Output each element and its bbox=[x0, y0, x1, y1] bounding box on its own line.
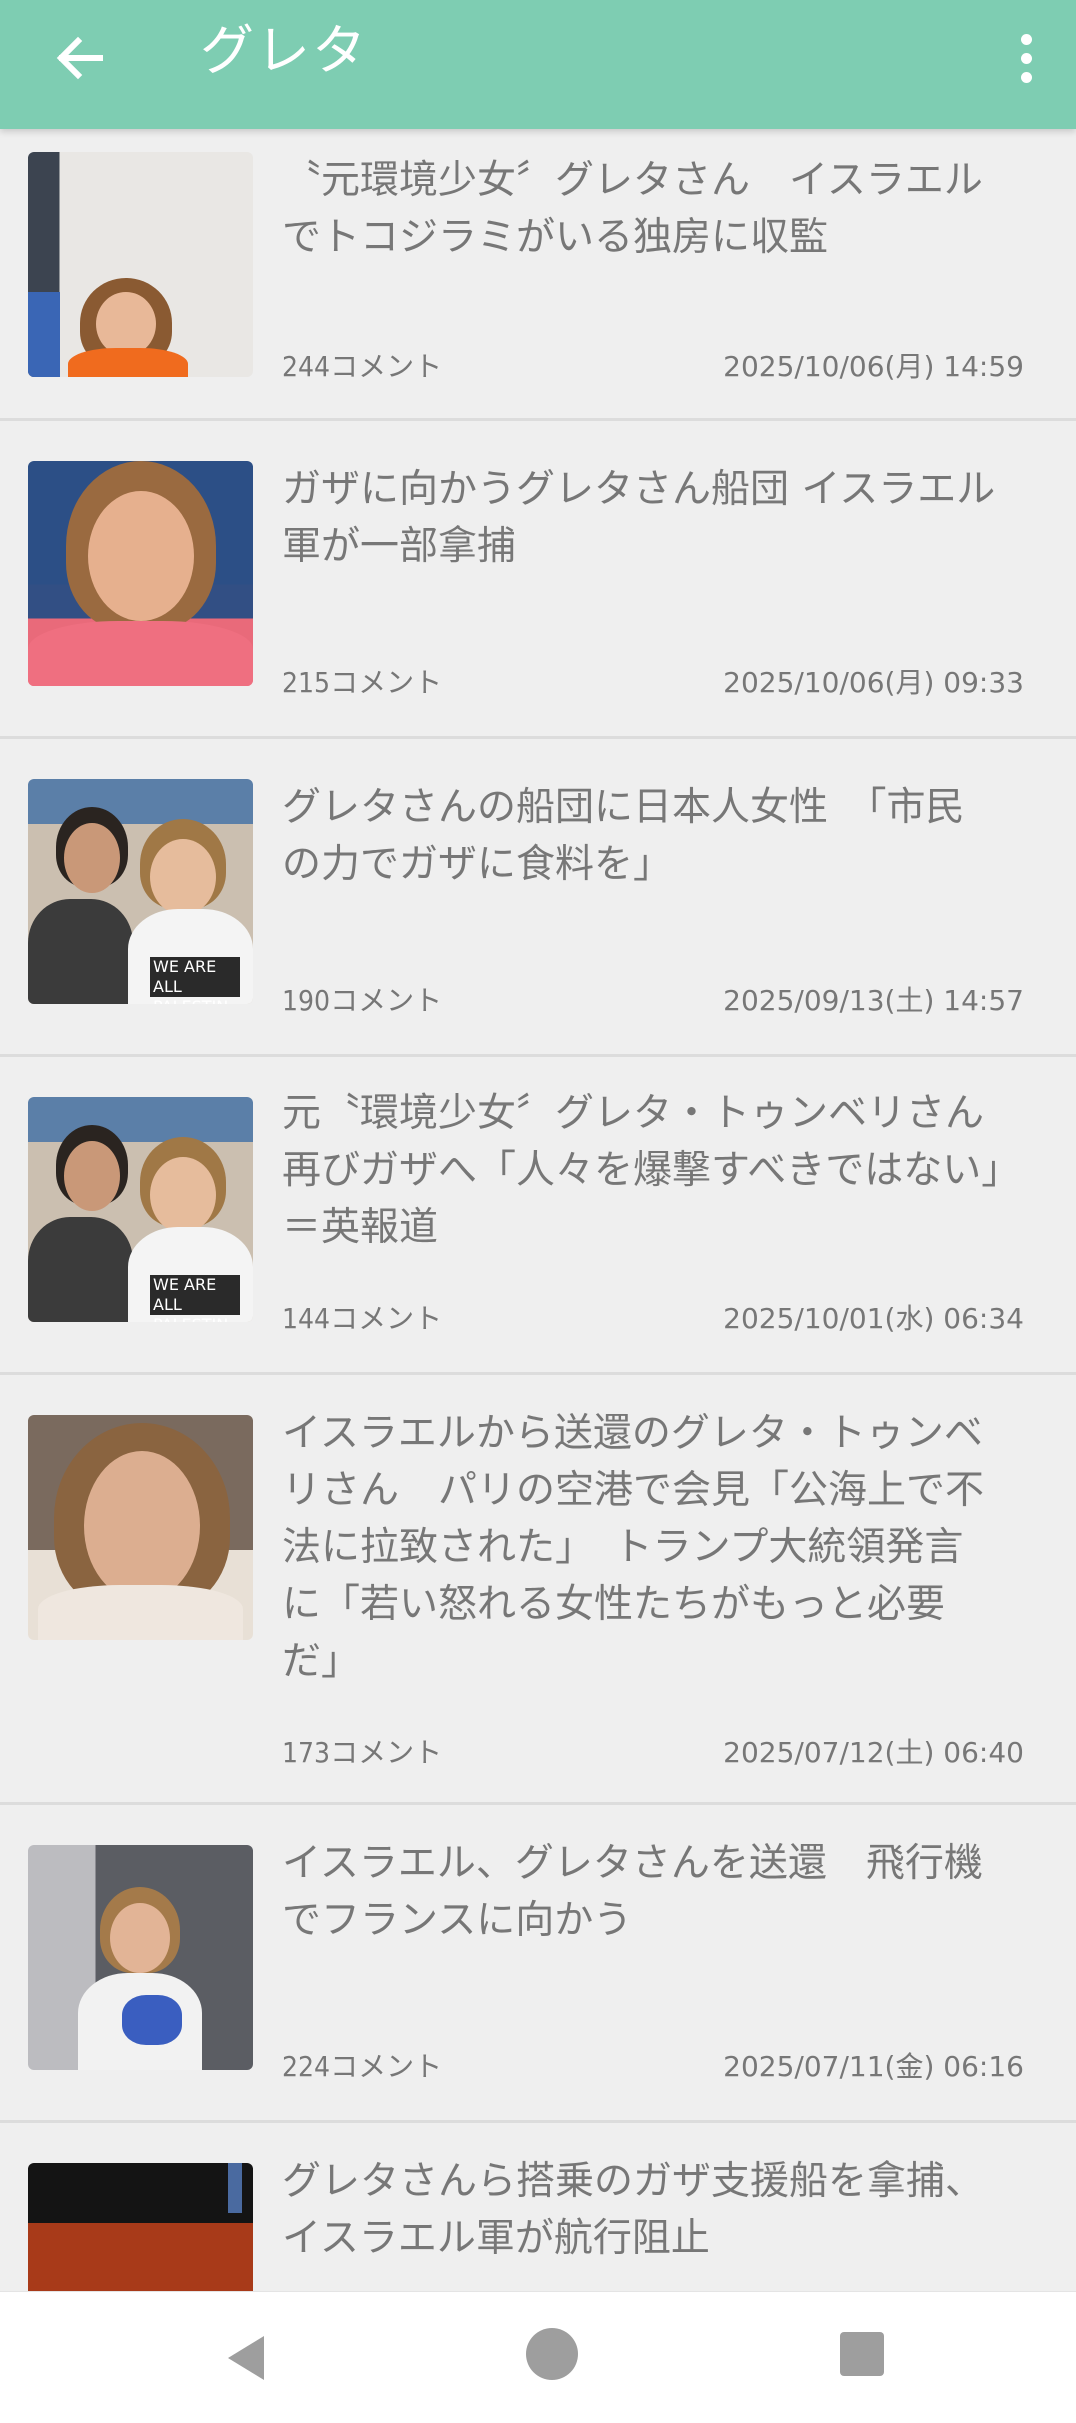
article-title: グレタさんら搭乗のガザ支援船を拿捕、イスラエル軍が航行阻止 bbox=[282, 2159, 985, 2261]
article-list[interactable]: 〝元環境少女〞グレタさん イスラエルでトコジラミがいる独房に収監 244コメント… bbox=[0, 129, 1076, 2291]
comment-count: 215コメント bbox=[282, 666, 443, 699]
article-item[interactable]: イスラエル、グレタさんを送還 飛行機でフランスに向かう 224コメント 2025… bbox=[0, 1805, 1076, 2123]
article-title: イスラエル、グレタさんを送還 飛行機でフランスに向かう bbox=[282, 1841, 983, 1943]
article-item[interactable]: WE ARE ALLPALESTIN グレタさんの船団に日本人女性 「市民の力で… bbox=[0, 739, 1076, 1057]
comment-count: 244コメント bbox=[282, 350, 443, 383]
article-thumbnail bbox=[28, 152, 253, 377]
article-date: 2025/09/13(土) 14:57 bbox=[723, 984, 1024, 1017]
article-title: ガザに向かうグレタさん船団 イスラエル軍が一部拿捕 bbox=[282, 467, 996, 569]
app-header: グレタ bbox=[0, 0, 1076, 129]
article-item[interactable]: 〝元環境少女〞グレタさん イスラエルでトコジラミがいる独房に収監 244コメント… bbox=[0, 129, 1076, 421]
article-title: イスラエルから送還のグレタ・トゥンベリさん パリの空港で会見「公海上で不法に拉致… bbox=[282, 1411, 985, 1684]
more-vertical-icon-dot bbox=[1020, 33, 1032, 45]
article-item[interactable]: WE ARE ALLPALESTIN 元〝環境少女〞グレタ・トゥンベリさん再びガ… bbox=[0, 1057, 1076, 1375]
article-item[interactable]: ガザに向かうグレタさん船団 イスラエル軍が一部拿捕 215コメント 2025/1… bbox=[0, 421, 1076, 739]
system-nav-bar bbox=[0, 2291, 1076, 2423]
article-date: 2025/10/06(月) 09:33 bbox=[723, 666, 1024, 699]
comment-count: 190コメント bbox=[282, 984, 443, 1017]
article-item[interactable]: グレタさんら搭乗のガザ支援船を拿捕、イスラエル軍が航行阻止 bbox=[0, 2123, 1076, 2291]
arrow-left-icon bbox=[56, 36, 103, 80]
page-title: グレタ bbox=[200, 19, 368, 82]
article-date: 2025/10/01(水) 06:34 bbox=[723, 1302, 1024, 1335]
article-date: 2025/07/11(金) 06:16 bbox=[723, 2050, 1024, 2083]
article-title: 〝元環境少女〞グレタさん イスラエルでトコジラミがいる独房に収監 bbox=[282, 158, 983, 260]
article-item[interactable]: イスラエルから送還のグレタ・トゥンベリさん パリの空港で会見「公海上で不法に拉致… bbox=[0, 1375, 1076, 1805]
triangle-back-icon[interactable] bbox=[220, 2332, 272, 2384]
article-thumbnail: WE ARE ALLPALESTIN bbox=[28, 1097, 253, 1322]
more-vertical-icon-dot bbox=[1020, 71, 1032, 83]
back-button[interactable] bbox=[44, 22, 116, 94]
article-date: 2025/10/06(月) 14:59 bbox=[723, 350, 1024, 383]
more-vertical-icon-dot bbox=[1020, 52, 1032, 64]
more-options-button[interactable] bbox=[996, 22, 1056, 94]
article-thumbnail bbox=[28, 2163, 253, 2291]
article-date: 2025/07/12(土) 06:40 bbox=[723, 1736, 1024, 1769]
article-title: 元〝環境少女〞グレタ・トゥンベリさん再びガザへ「人々を爆撃すべきではない」＝英報… bbox=[282, 1091, 1001, 1250]
article-title: グレタさんの船団に日本人女性 「市民の力でガザに食料を」 bbox=[282, 785, 965, 887]
comment-count: 224コメント bbox=[282, 2050, 443, 2083]
article-thumbnail bbox=[28, 1415, 253, 1640]
comment-count: 144コメント bbox=[282, 1302, 443, 1335]
article-thumbnail bbox=[28, 1845, 253, 2070]
circle-home-icon[interactable] bbox=[526, 2328, 578, 2380]
app-root: グレタ 〝元環境少女〞グレタさん イスラエルでトコジラミがいる独房に収監 244… bbox=[0, 0, 1076, 2423]
comment-count: 173コメント bbox=[282, 1736, 443, 1769]
article-thumbnail bbox=[28, 461, 253, 686]
square-recents-icon[interactable] bbox=[840, 2332, 884, 2376]
article-thumbnail: WE ARE ALLPALESTIN bbox=[28, 779, 253, 1004]
